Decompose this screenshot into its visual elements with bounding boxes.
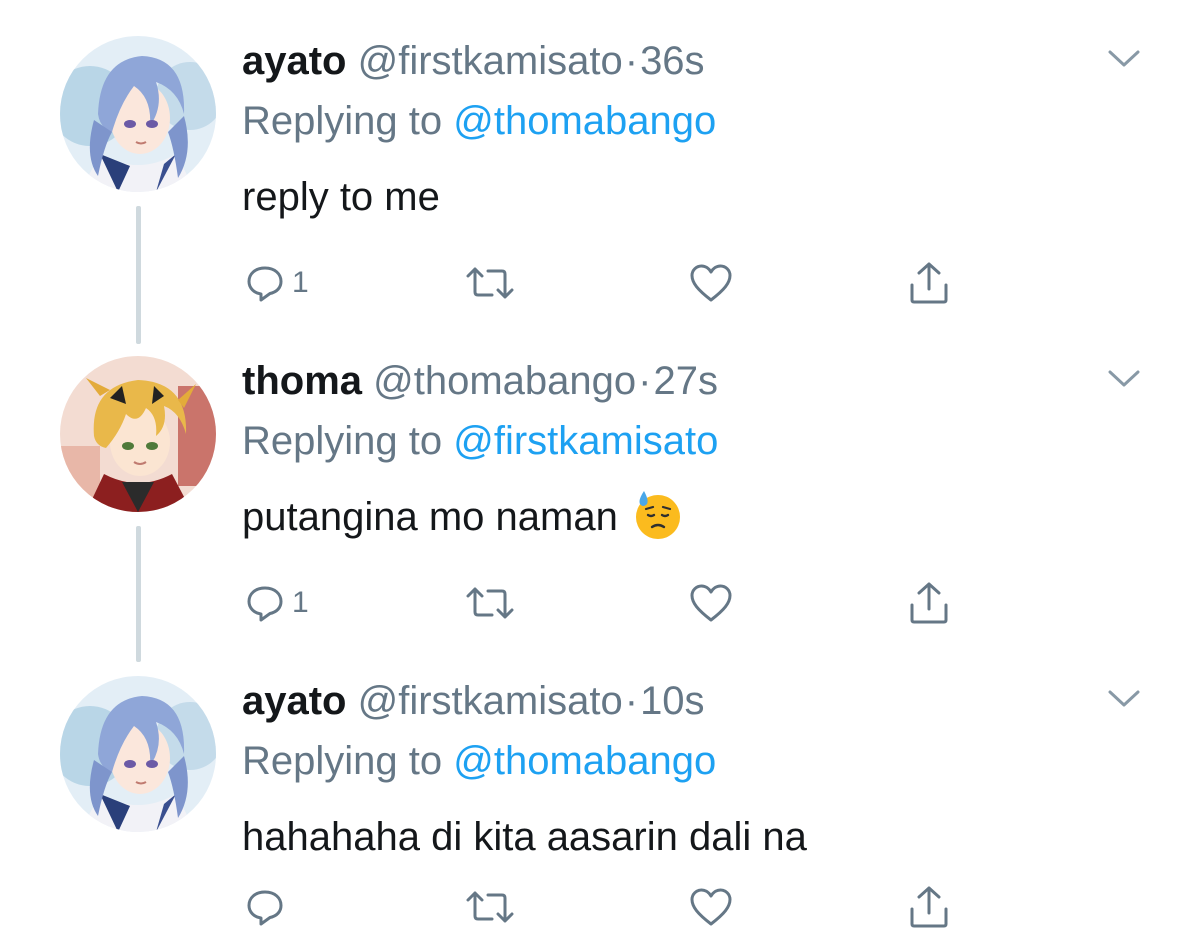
thread-connector — [136, 526, 141, 662]
like-button[interactable] — [688, 578, 734, 628]
username[interactable]: @firstkamisato — [358, 679, 623, 723]
username[interactable]: @firstkamisato — [358, 39, 623, 83]
tweet-text-content: hahahaha di kita aasarin dali na — [242, 815, 807, 859]
tweet-text: putangina mo naman — [242, 490, 684, 544]
like-button[interactable] — [688, 882, 734, 932]
replying-to-label: Replying to — [242, 99, 443, 143]
retweet-icon — [464, 886, 516, 928]
tweet-actions: 1 — [242, 258, 1002, 308]
retweet-icon — [464, 262, 516, 304]
replying-to-label: Replying to — [242, 419, 443, 463]
reply-icon — [244, 582, 286, 624]
replying-to: Replying to @thomabango — [242, 96, 716, 146]
reply-thread: ayato @firstkamisato·36s Replying to @th… — [0, 0, 1200, 951]
replying-to: Replying to @thomabango — [242, 736, 716, 786]
tweet-actions: 1 — [242, 578, 1002, 628]
mention-link[interactable]: @thomabango — [453, 739, 716, 783]
like-button[interactable] — [688, 258, 734, 308]
replying-to-label: Replying to — [242, 739, 443, 783]
downcast-face-with-sweat-icon — [632, 489, 684, 541]
heart-icon — [688, 886, 734, 928]
avatar[interactable] — [60, 356, 216, 512]
reply-button[interactable]: 1 — [244, 578, 309, 628]
separator: · — [624, 679, 639, 723]
tweet-text: reply to me — [242, 170, 440, 224]
thread-connector — [136, 206, 141, 344]
tweet-header: thoma @thomabango·27s — [242, 356, 718, 406]
tweet-header: ayato @firstkamisato·36s — [242, 36, 705, 86]
username[interactable]: @thomabango — [373, 359, 636, 403]
retweet-icon — [464, 582, 516, 624]
reply-button[interactable]: 1 — [244, 258, 309, 308]
retweet-button[interactable] — [464, 882, 516, 932]
reply-button[interactable] — [244, 882, 292, 932]
heart-icon — [688, 582, 734, 624]
replying-to: Replying to @firstkamisato — [242, 416, 718, 466]
reply-icon — [244, 262, 286, 304]
reply-icon — [244, 886, 286, 928]
mention-link[interactable]: @thomabango — [453, 99, 716, 143]
tweet-header: ayato @firstkamisato·10s — [242, 676, 705, 726]
tweet-text-content: putangina mo naman — [242, 495, 618, 539]
reply-count: 1 — [292, 266, 309, 299]
display-name[interactable]: ayato — [242, 39, 347, 83]
retweet-button[interactable] — [464, 258, 516, 308]
heart-icon — [688, 262, 734, 304]
chevron-down-icon[interactable] — [1104, 44, 1144, 74]
share-icon — [906, 580, 952, 626]
mention-link[interactable]: @firstkamisato — [453, 419, 718, 463]
avatar[interactable] — [60, 36, 216, 192]
chevron-down-icon[interactable] — [1104, 364, 1144, 394]
share-icon — [906, 260, 952, 306]
tweet-text-content: reply to me — [242, 175, 440, 219]
timestamp[interactable]: 27s — [653, 359, 718, 403]
chevron-down-icon[interactable] — [1104, 684, 1144, 714]
timestamp[interactable]: 10s — [640, 679, 705, 723]
display-name[interactable]: thoma — [242, 359, 362, 403]
tweet-actions — [242, 882, 1002, 932]
share-button[interactable] — [906, 882, 952, 932]
retweet-button[interactable] — [464, 578, 516, 628]
separator: · — [638, 359, 652, 403]
share-icon — [906, 884, 952, 930]
avatar[interactable] — [60, 676, 216, 832]
tweet-text: hahahaha di kita aasarin dali na — [242, 810, 807, 864]
share-button[interactable] — [906, 578, 952, 628]
timestamp[interactable]: 36s — [640, 39, 705, 83]
separator: · — [624, 39, 639, 83]
display-name[interactable]: ayato — [242, 679, 347, 723]
share-button[interactable] — [906, 258, 952, 308]
reply-count: 1 — [292, 586, 309, 619]
